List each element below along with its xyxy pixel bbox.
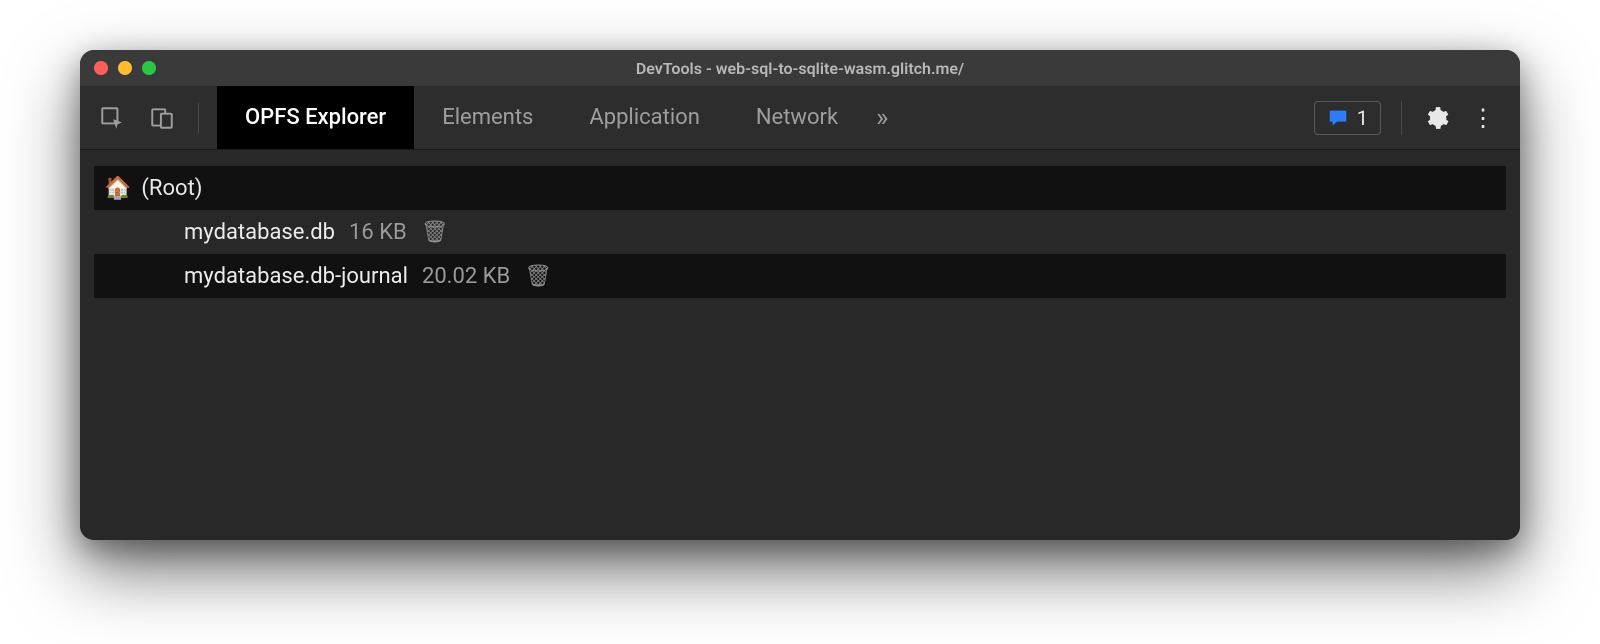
home-icon: 🏠 [104,176,131,201]
issues-count: 1 [1357,106,1368,130]
titlebar: DevTools - web-sql-to-sqlite-wasm.glitch… [80,50,1520,86]
device-toolbar-icon[interactable] [148,104,176,132]
toolbar-right: 1 ⋮ [1292,86,1520,149]
window-title: DevTools - web-sql-to-sqlite-wasm.glitch… [80,59,1520,78]
tree-root-row[interactable]: 🏠 (Root) [94,166,1506,210]
trash-icon: 🗑 [524,264,552,289]
tree-file-row[interactable]: mydatabase.db-journal 20.02 KB 🗑 [94,254,1506,298]
minimize-window-button[interactable] [118,61,132,75]
toolbar: OPFS Explorer Elements Application Netwo… [80,86,1520,150]
settings-button[interactable] [1422,104,1450,132]
toolbar-left [80,86,217,149]
tree-file-row[interactable]: mydatabase.db 16 KB 🗑 [94,210,1506,254]
tab-elements[interactable]: Elements [414,86,561,149]
file-size: 16 KB [349,220,407,245]
more-options-button[interactable]: ⋮ [1470,104,1498,132]
chat-icon [1327,107,1349,129]
tab-label: Elements [442,105,533,130]
inspect-element-icon[interactable] [98,104,126,132]
toolbar-divider [1401,101,1402,135]
trash-icon: 🗑 [421,220,449,245]
tab-application[interactable]: Application [561,86,727,149]
kebab-icon: ⋮ [1471,104,1497,132]
delete-file-button[interactable]: 🗑 [524,264,552,289]
tab-label: OPFS Explorer [245,105,386,130]
tree-root-label: (Root) [141,176,202,201]
opfs-explorer-panel: 🏠 (Root) mydatabase.db 16 KB 🗑 mydatabas… [80,150,1520,540]
close-window-button[interactable] [94,61,108,75]
file-size: 20.02 KB [422,264,510,289]
traffic-lights [94,61,156,75]
file-tree: 🏠 (Root) mydatabase.db 16 KB 🗑 mydatabas… [94,166,1506,298]
issues-button[interactable]: 1 [1314,101,1381,135]
tab-label: Application [589,105,699,130]
tab-network[interactable]: Network [728,86,866,149]
toolbar-divider [198,103,199,133]
file-name: mydatabase.db-journal [184,264,408,289]
delete-file-button[interactable]: 🗑 [421,220,449,245]
gear-icon [1423,105,1449,131]
file-name: mydatabase.db [184,220,335,245]
chevron-double-right-icon: » [876,103,888,133]
devtools-window: DevTools - web-sql-to-sqlite-wasm.glitch… [80,50,1520,540]
tab-label: Network [756,105,838,130]
panel-tabs: OPFS Explorer Elements Application Netwo… [217,86,1292,149]
maximize-window-button[interactable] [142,61,156,75]
more-tabs-button[interactable]: » [866,86,908,149]
tab-opfs-explorer[interactable]: OPFS Explorer [217,86,414,149]
